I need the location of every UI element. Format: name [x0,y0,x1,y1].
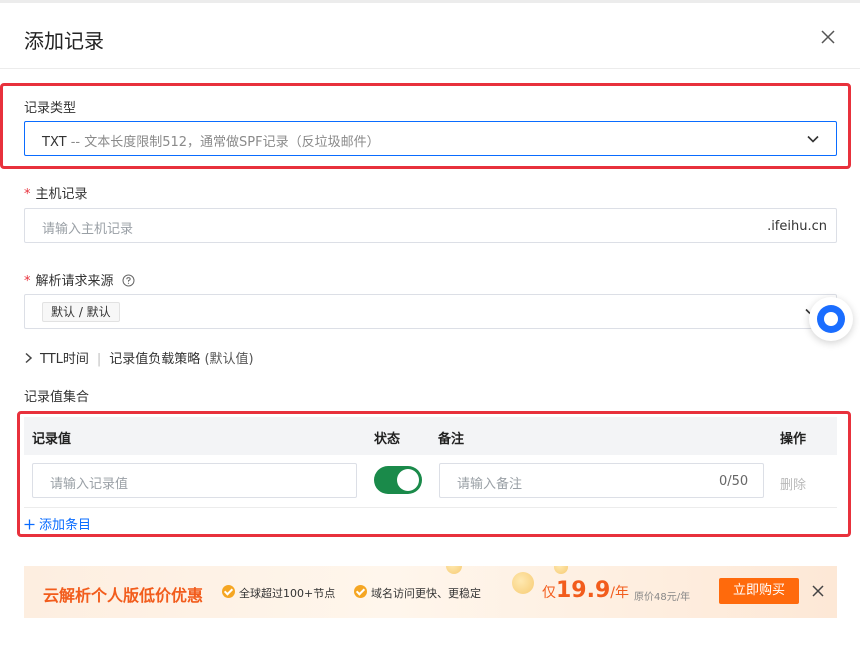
advanced-settings-toggle[interactable]: TTL时间 | 记录值负载策略 (默认值) [24,348,254,367]
coin-decoration [554,566,568,574]
chevron-right-icon [25,352,33,364]
resolve-source-select[interactable]: 默认 / 默认 [24,294,837,329]
host-record-placeholder: 请输入主机记录 [42,222,134,237]
dialog-title: 添加记录 [24,29,104,53]
host-record-label: * 主机记录 [24,187,88,202]
top-edge [0,0,860,3]
record-value-placeholder: 请输入记录值 [50,477,129,492]
original-price: 原价48元/年 [634,592,691,603]
assistant-icon [817,305,845,333]
record-value-input[interactable]: 请输入记录值 [32,463,357,498]
buy-now-button[interactable]: 立即购买 [719,578,799,604]
domain-suffix: .ifeihu.cn [767,219,827,234]
chevron-down-icon [807,135,819,143]
host-record-input[interactable]: 请输入主机记录 .ifeihu.cn [24,208,837,243]
promo-feature-2: 域名访问更快、更稳定 [371,587,481,600]
promo-title: 云解析个人版低价优惠 [43,586,204,605]
remark-placeholder: 请输入备注 [457,477,523,492]
record-values-label: 记录值集合 [24,390,90,405]
promo-feature-1: 全球超过100+节点 [239,587,336,600]
coin-decoration [446,566,462,574]
resolve-source-label: * 解析请求来源 [24,270,135,289]
table-header: 记录值 状态 备注 操作 [24,417,837,455]
help-circle-icon[interactable] [122,274,135,287]
promo-banner: 云解析个人版低价优惠 全球超过100+节点 域名访问更快、更稳定 仅19.9/年… [24,566,837,618]
column-header-status: 状态 [374,432,401,447]
check-circle-icon [222,585,235,598]
record-type-value: TXT -- 文本长度限制512，通常做SPF记录（反垃圾邮件） [42,135,380,150]
status-toggle[interactable] [374,466,422,494]
record-type-select[interactable]: TXT -- 文本长度限制512，通常做SPF记录（反垃圾邮件） [24,121,837,156]
remark-char-counter: 0/50 [719,474,749,489]
close-icon[interactable] [818,27,838,47]
plus-icon [24,519,35,530]
column-header-action: 操作 [780,432,807,447]
close-icon[interactable] [811,584,825,598]
check-circle-icon [354,585,367,598]
delete-button[interactable]: 删除 [780,474,806,493]
column-header-value: 记录值 [32,432,72,447]
row-divider [24,507,837,508]
assistant-float-button[interactable] [809,297,853,341]
header-divider [0,68,860,69]
record-type-label: 记录类型 [24,101,77,116]
toggle-knob [397,469,419,491]
promo-price: 仅19.9/年 [542,578,629,603]
add-entry-button[interactable]: 添加条目 [24,514,91,533]
column-header-remark: 备注 [438,432,465,447]
coin-decoration [512,572,534,594]
resolve-source-tag: 默认 / 默认 [42,302,120,322]
remark-input[interactable]: 请输入备注 [439,463,764,498]
